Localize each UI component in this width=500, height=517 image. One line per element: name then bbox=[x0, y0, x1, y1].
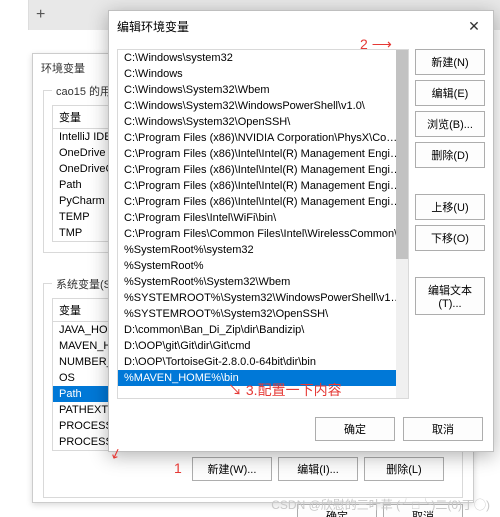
edit-button[interactable]: 编辑(I)... bbox=[278, 457, 358, 481]
new-tab-icon[interactable]: + bbox=[36, 6, 45, 24]
list-item[interactable]: C:\Windows\System32\OpenSSH\ bbox=[118, 114, 408, 130]
delete-button[interactable]: 删除(L) bbox=[364, 457, 444, 481]
edit-button[interactable]: 编辑(E) bbox=[415, 80, 485, 106]
dialog-title: 编辑环境变量 bbox=[117, 18, 189, 35]
edittext-button[interactable]: 编辑文本(T)... bbox=[415, 277, 485, 315]
list-item[interactable]: %SystemRoot% bbox=[118, 258, 408, 274]
watermark: CSDN @欣慰的三叶草 (╯□╰)二(0)丁◯) bbox=[271, 496, 490, 513]
browse-button[interactable]: 浏览(B)... bbox=[415, 111, 485, 137]
scrollbar[interactable] bbox=[396, 50, 408, 398]
list-item[interactable]: %SystemRoot%\System32\Wbem bbox=[118, 274, 408, 290]
edit-env-var-dialog: 编辑环境变量 ✕ C:\Windows\system32C:\WindowsC:… bbox=[108, 10, 494, 452]
list-item[interactable]: C:\Program Files (x86)\Intel\Intel(R) Ma… bbox=[118, 194, 408, 210]
scrollbar-thumb[interactable] bbox=[396, 50, 408, 259]
list-item[interactable]: C:\Windows\System32\Wbem bbox=[118, 82, 408, 98]
moveup-button[interactable]: 上移(U) bbox=[415, 194, 485, 220]
list-item[interactable]: D:\OOP\git\Git\dir\Git\cmd bbox=[118, 338, 408, 354]
movedown-button[interactable]: 下移(O) bbox=[415, 225, 485, 251]
tab-stub[interactable] bbox=[0, 0, 29, 30]
new-button[interactable]: 新建(W)... bbox=[192, 457, 272, 481]
list-item[interactable]: C:\Windows\System32\WindowsPowerShell\v1… bbox=[118, 98, 408, 114]
list-item[interactable]: C:\Program Files (x86)\Intel\Intel(R) Ma… bbox=[118, 178, 408, 194]
cancel-button[interactable]: 取消 bbox=[403, 417, 483, 441]
list-item[interactable]: %SYSTEMROOT%\System32\OpenSSH\ bbox=[118, 306, 408, 322]
close-icon[interactable]: ✕ bbox=[463, 17, 485, 35]
list-item[interactable]: D:\common\Ban_Di_Zip\dir\Bandizip\ bbox=[118, 322, 408, 338]
list-item[interactable]: C:\Program Files (x86)\Intel\Intel(R) Ma… bbox=[118, 146, 408, 162]
list-item[interactable]: C:\Windows\system32 bbox=[118, 50, 408, 66]
list-item[interactable]: D:\OOP\TortoiseGit-2.8.0.0-64bit\dir\bin bbox=[118, 354, 408, 370]
list-item[interactable]: C:\Program Files (x86)\NVIDIA Corporatio… bbox=[118, 130, 408, 146]
list-item[interactable]: C:\Program Files (x86)\Intel\Intel(R) Ma… bbox=[118, 162, 408, 178]
delete-button[interactable]: 删除(D) bbox=[415, 142, 485, 168]
ok-button[interactable]: 确定 bbox=[315, 417, 395, 441]
list-item[interactable]: C:\Program Files\Common Files\Intel\Wire… bbox=[118, 226, 408, 242]
list-item[interactable]: %MAVEN_HOME%\bin bbox=[118, 370, 408, 386]
list-item[interactable]: %SYSTEMROOT%\System32\WindowsPowerShell\… bbox=[118, 290, 408, 306]
list-item[interactable]: %SystemRoot%\system32 bbox=[118, 242, 408, 258]
list-item[interactable]: C:\Windows bbox=[118, 66, 408, 82]
list-item[interactable]: C:\Program Files\Intel\WiFi\bin\ bbox=[118, 210, 408, 226]
path-list[interactable]: C:\Windows\system32C:\WindowsC:\Windows\… bbox=[117, 49, 409, 399]
new-button[interactable]: 新建(N) bbox=[415, 49, 485, 75]
